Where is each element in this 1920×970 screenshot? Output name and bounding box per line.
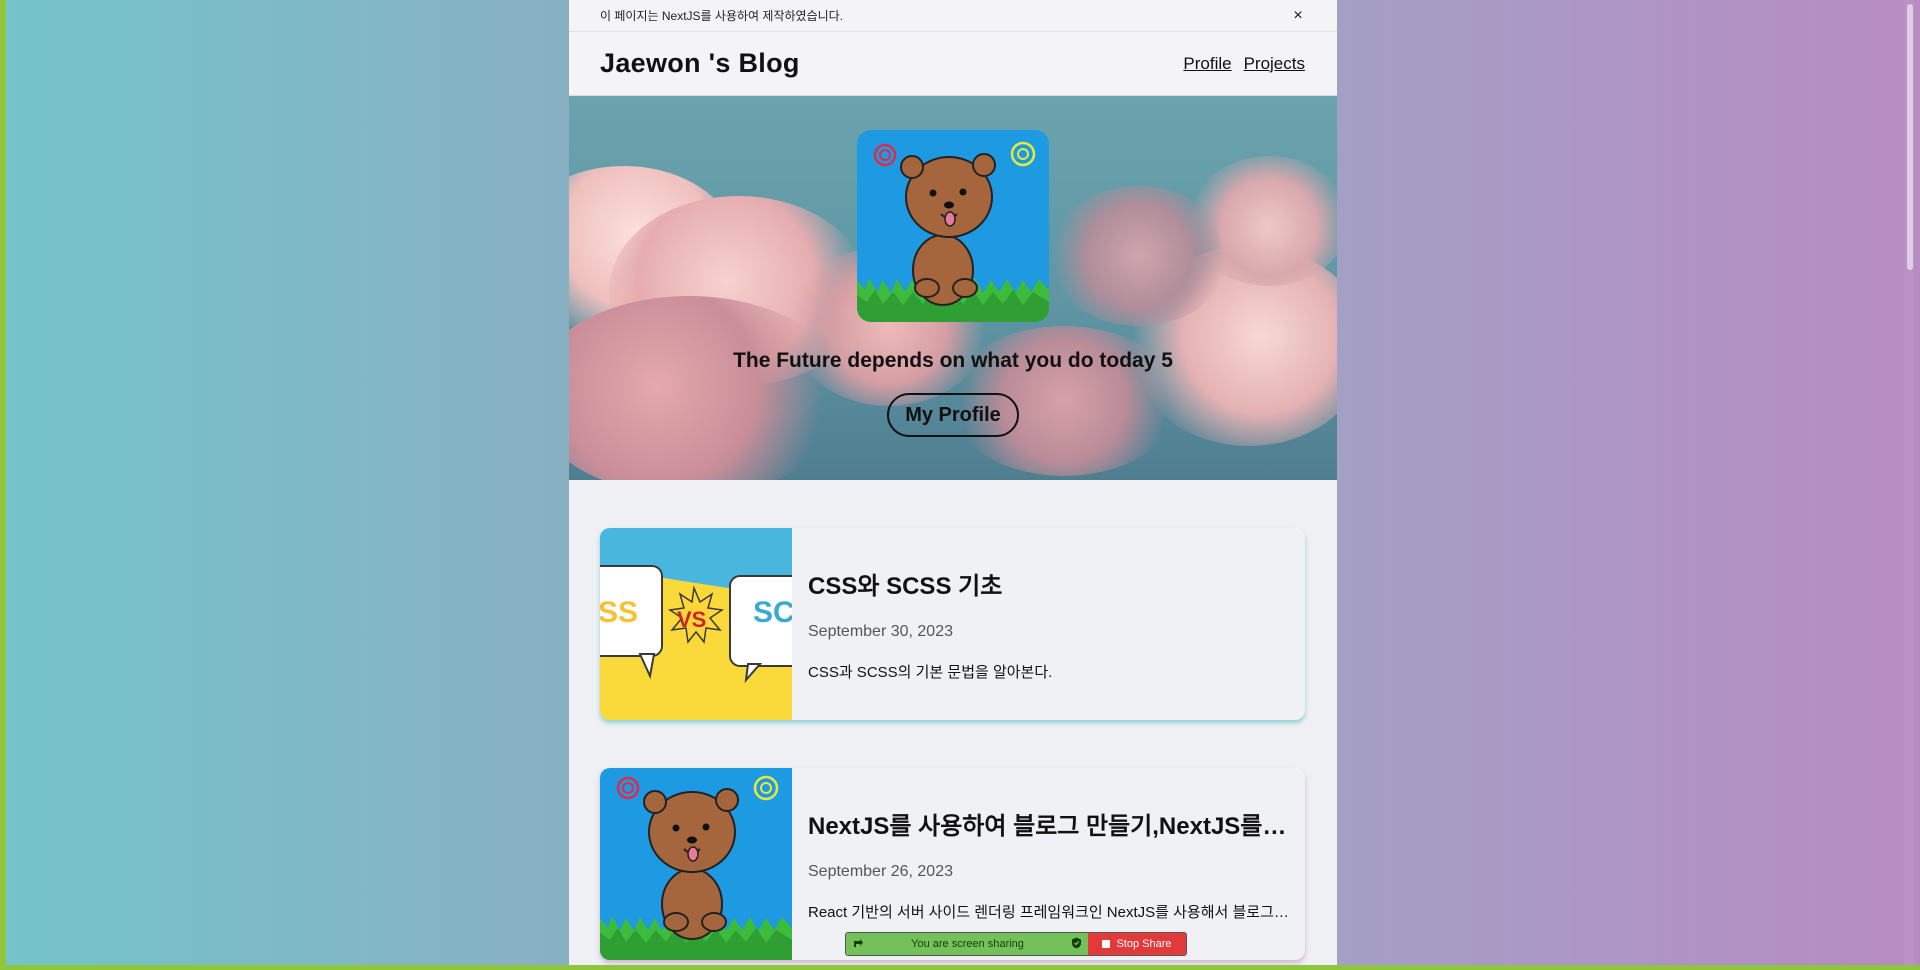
post-title[interactable]: NextJS를 사용하여 블로그 만들기,NextJS를 사용하여 블로그 만들… xyxy=(808,806,1289,841)
post-thumbnail xyxy=(600,768,792,960)
post-card-body: CSS와 SCSS 기초 September 30, 2023 CSS과 SCS… xyxy=(792,528,1305,720)
stop-icon xyxy=(1102,940,1111,948)
stop-share-label: Stop Share xyxy=(1116,938,1172,950)
shield-icon xyxy=(1071,937,1082,952)
post-list: SS VS SC CSS와 SCSS 기초 September 30, 2023… xyxy=(569,480,1337,960)
post-thumbnail: SS VS SC xyxy=(600,528,792,720)
nav-profile-link[interactable]: Profile xyxy=(1183,54,1231,74)
close-icon[interactable]: × xyxy=(1290,7,1306,25)
hero-section: The Future depends on what you do today … xyxy=(569,96,1337,480)
share-status: You are screen sharing xyxy=(846,933,1088,955)
thumb-left-text: SS xyxy=(600,596,639,629)
page-scrollbar[interactable] xyxy=(1904,0,1914,965)
hero-tagline: The Future depends on what you do today … xyxy=(733,349,1173,372)
post-title[interactable]: CSS와 SCSS 기초 xyxy=(808,566,1289,601)
hero-content: The Future depends on what you do today … xyxy=(569,96,1337,437)
post-description: CSS과 SCSS의 기본 문법을 알아본다. xyxy=(808,664,1053,681)
scrollbar-thumb[interactable] xyxy=(1907,4,1913,270)
stop-share-button[interactable]: Stop Share xyxy=(1088,933,1186,955)
post-date: September 26, 2023 xyxy=(808,863,953,880)
bear-illustration xyxy=(857,141,1049,322)
notice-text: 이 페이지는 NextJS를 사용하여 제작하였습니다. xyxy=(600,9,844,23)
post-card[interactable]: SS VS SC CSS와 SCSS 기초 September 30, 2023… xyxy=(600,528,1305,720)
site-header: Jaewon 's Blog Profile Projects xyxy=(569,32,1337,96)
nav-projects-link[interactable]: Projects xyxy=(1244,54,1305,74)
notice-banner: 이 페이지는 NextJS를 사용하여 제작하였습니다. × xyxy=(569,0,1337,32)
my-profile-button[interactable]: My Profile xyxy=(887,393,1019,437)
thumb-center-text: VS xyxy=(677,607,707,632)
share-icon xyxy=(852,937,864,952)
main-nav: Profile Projects xyxy=(1183,54,1305,74)
blog-page: 이 페이지는 NextJS를 사용하여 제작하였습니다. × Jaewon 's… xyxy=(569,0,1337,970)
site-title[interactable]: Jaewon 's Blog xyxy=(600,48,800,79)
avatar xyxy=(857,130,1049,322)
screen-share-bar: You are screen sharing Stop Share xyxy=(845,932,1187,956)
thumb-right-text: SC xyxy=(753,596,792,629)
post-description: React 기반의 서버 사이드 렌더링 프레임워크인 NextJS를 사용해서… xyxy=(808,904,1289,921)
post-date: September 30, 2023 xyxy=(808,623,953,640)
share-status-text: You are screen sharing xyxy=(911,938,1024,950)
bear-illustration xyxy=(600,775,792,960)
